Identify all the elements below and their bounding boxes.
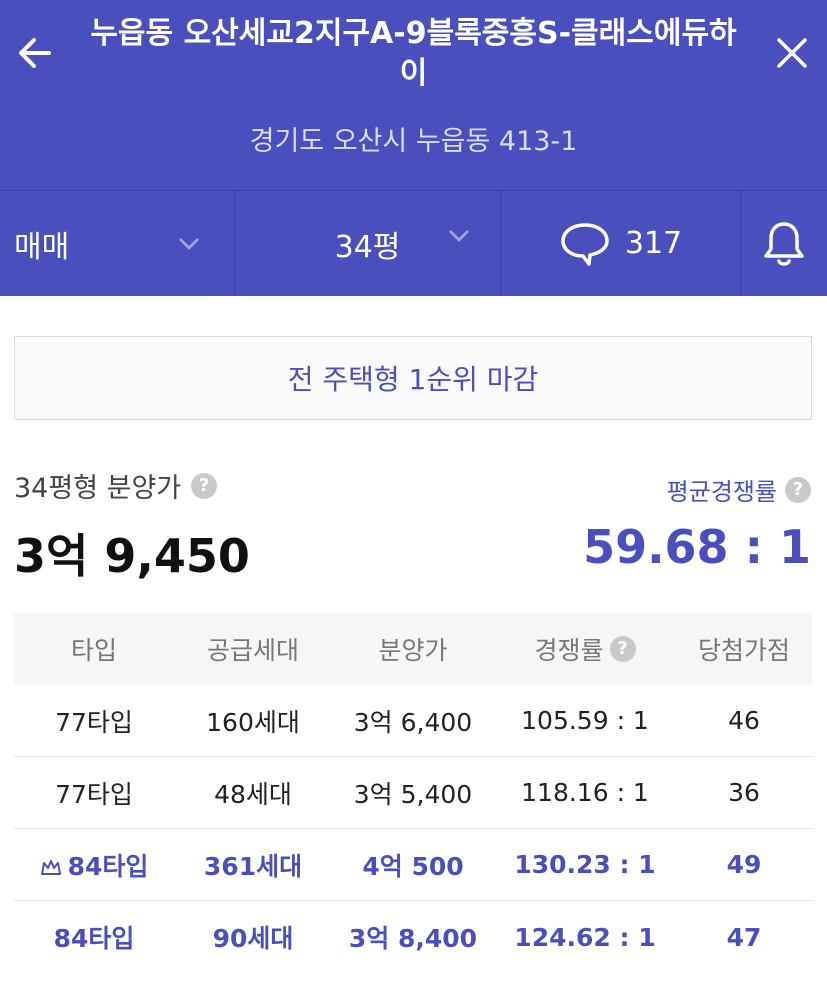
- size-select[interactable]: 34평: [235, 191, 501, 296]
- unit-type-table: 타입 공급세대 분양가 경쟁률 ? 당첨가점 77타입 160세대 3억 6,4…: [14, 613, 812, 973]
- cell-units: 160세대: [206, 707, 300, 737]
- trade-type-label: 매매: [14, 229, 70, 265]
- cell-units: 48세대: [214, 779, 292, 809]
- column-header-ratio-group: 경쟁률 ?: [494, 631, 676, 667]
- table-header: 타입 공급세대 분양가 경쟁률 ? 당첨가점: [14, 613, 812, 685]
- cell-type: 77타입: [55, 707, 133, 737]
- chevron-down-icon: [449, 230, 469, 242]
- arrow-left-icon: [19, 38, 51, 68]
- filter-bar: 매매 34평 317: [0, 190, 827, 296]
- cell-units: 90세대: [212, 924, 294, 953]
- cell-score: 47: [726, 922, 762, 952]
- cell-units: 361세대: [203, 851, 303, 881]
- price-label-group: 34평형 분양가 ?: [14, 466, 218, 505]
- status-banner: 전 주택형 1순위 마감: [14, 336, 812, 420]
- cell-score: 36: [728, 778, 760, 807]
- competition-value: 59.68 : 1: [583, 520, 811, 574]
- cell-price: 4억 500: [362, 851, 464, 881]
- column-header-price: 분양가: [378, 636, 448, 665]
- cell-type: 84타입: [53, 924, 135, 953]
- trade-type-select[interactable]: 매매: [0, 191, 235, 296]
- size-label: 34평: [334, 229, 401, 265]
- chevron-down-icon: [179, 237, 199, 250]
- page-title: 누읍동 오산세교2지구A-9블록중흥S-클래스에듀하이: [90, 16, 737, 91]
- address-text: 경기도 오산시 누읍동 413-1: [249, 126, 578, 157]
- cell-ratio: 130.23 : 1: [514, 850, 656, 879]
- cell-price: 3억 8,400: [348, 924, 478, 953]
- column-header-units: 공급세대: [206, 636, 299, 665]
- column-header-score: 당첨가점: [697, 636, 790, 665]
- competition-label: 평균경쟁률: [666, 478, 777, 506]
- cell-score: 49: [726, 850, 762, 879]
- cell-price: 3억 6,400: [353, 707, 473, 737]
- column-header-type: 타입: [70, 636, 117, 665]
- close-icon: [777, 38, 807, 68]
- cell-ratio: 118.16 : 1: [521, 778, 649, 807]
- competition-label-group: 평균경쟁률 ?: [667, 472, 811, 507]
- cell-type-group: 84타입: [14, 847, 174, 883]
- cell-type: 77타입: [55, 779, 133, 809]
- cell-type: 84타입: [67, 851, 149, 881]
- notification-button[interactable]: [741, 191, 827, 296]
- close-button[interactable]: [767, 28, 817, 78]
- back-button[interactable]: [10, 28, 60, 78]
- app-header: 누읍동 오산세교2지구A-9블록중흥S-클래스에듀하이 경기도 오산시 누읍동 …: [0, 0, 827, 190]
- comment-count: 317: [624, 226, 683, 261]
- price-value: 3억 9,450: [14, 529, 250, 583]
- cell-ratio: 105.59 : 1: [521, 706, 649, 735]
- cell-price: 3억 5,400: [353, 779, 473, 809]
- bell-icon: [764, 221, 804, 266]
- price-label: 34평형 분양가: [14, 473, 182, 504]
- comments-button[interactable]: 317: [501, 191, 741, 296]
- help-icon[interactable]: ?: [785, 476, 811, 503]
- cell-score: 46: [728, 706, 760, 735]
- help-icon[interactable]: ?: [609, 636, 636, 662]
- table-row[interactable]: 77타입 48세대 3억 5,400 118.16 : 1 36: [14, 757, 812, 829]
- table-row[interactable]: 77타입 160세대 3억 6,400 105.59 : 1 46: [14, 685, 812, 757]
- help-icon[interactable]: ?: [191, 472, 218, 499]
- crown-icon: [40, 859, 61, 875]
- column-header-ratio: 경쟁률: [534, 636, 604, 665]
- chat-bubble-icon: [561, 222, 609, 266]
- table-row[interactable]: 84타입 90세대 3억 8,400 124.62 : 1 47: [14, 901, 812, 973]
- cell-ratio: 124.62 : 1: [514, 922, 656, 952]
- table-row[interactable]: 84타입 361세대 4억 500 130.23 : 1 49: [14, 829, 812, 901]
